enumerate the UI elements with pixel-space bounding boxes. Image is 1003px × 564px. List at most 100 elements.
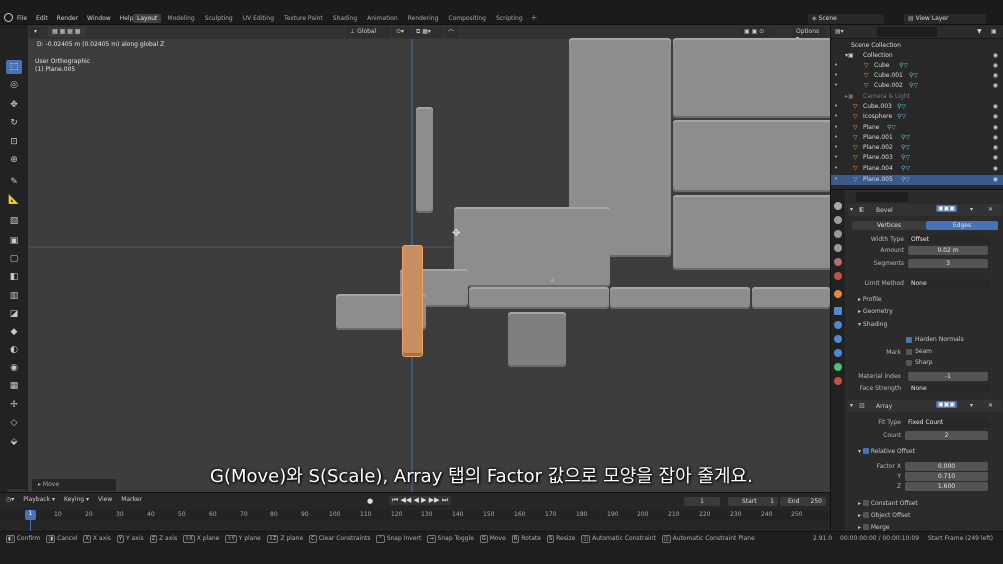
constant-offset-checkbox[interactable] (862, 500, 869, 506)
tab-shading[interactable]: Shading (329, 14, 361, 23)
modifier-dropdown-icon[interactable]: ▾ (970, 206, 973, 213)
harden-normals-checkbox[interactable] (906, 337, 912, 343)
menu-help[interactable]: Help (120, 15, 134, 22)
data-tab-icon[interactable] (834, 363, 842, 371)
modifier-display-icons[interactable]: ▣▣▣ (936, 205, 958, 212)
eye-icon[interactable]: ◉ (993, 144, 998, 151)
visibility-dot-icon[interactable]: • (834, 123, 838, 131)
menu-edit[interactable]: Edit (36, 15, 48, 22)
visibility-dot-icon[interactable]: • (834, 133, 838, 141)
timeline-ruler[interactable]: 10 20 30 40 50 60 70 80 90 100 110 120 1… (0, 510, 830, 520)
annotate-icon[interactable]: ✎ (6, 175, 22, 189)
outliner-item-plane[interactable]: • ▽ Plane ⚲▽ ◉ (831, 123, 1003, 133)
modifier-tab-icon[interactable] (834, 307, 842, 315)
merge-panel[interactable]: ▸ Merge (858, 523, 890, 531)
constraints-tab-icon[interactable] (834, 349, 842, 357)
tab-uv-editing[interactable]: UV Editing (239, 14, 278, 23)
face-strength-dropdown[interactable]: None (908, 384, 990, 393)
tab-compositing[interactable]: Compositing (444, 14, 490, 23)
visibility-dot-icon[interactable]: • (834, 61, 838, 69)
outliner-item-plane-003[interactable]: • ▽ Plane.003 ⚲▽ ◉ (831, 153, 1003, 163)
menu-view[interactable]: View (98, 496, 112, 503)
playhead[interactable]: 1 (25, 510, 36, 520)
cube-middle-right[interactable] (673, 120, 830, 192)
tab-edges[interactable]: Edges (926, 221, 998, 230)
eye-icon[interactable]: ◉ (993, 176, 998, 183)
inset-icon[interactable]: ▢ (6, 252, 22, 266)
object-tab-icon[interactable] (834, 290, 842, 298)
extrude-icon[interactable]: ▣ (6, 234, 22, 248)
shear-icon[interactable]: ◇ (6, 416, 22, 430)
poly-build-icon[interactable]: ◆ (6, 325, 22, 339)
outliner-scene-collection[interactable]: Scene Collection (831, 41, 1003, 51)
limit-method-dropdown[interactable]: None (908, 279, 990, 288)
menu-window[interactable]: Window (87, 15, 111, 22)
3d-viewport[interactable]: ▾ ▦ ▦ ▦ ▦ ⊥ Global ⊙▾ ⧉ ▦▾ ⌒ ▣ ▣ ⊙ Optio… (28, 25, 830, 492)
properties-search-field[interactable] (856, 192, 908, 202)
relative-offset-panel[interactable]: ▾ Relative Offset (858, 447, 915, 455)
segments-field[interactable]: 3 (908, 259, 988, 268)
visibility-dot-icon[interactable]: • (834, 175, 838, 183)
playback-controls[interactable]: ⏮ ◀◀ ◀ ▶ ▶▶ ⏭ (389, 496, 452, 505)
object-offset-checkbox[interactable] (862, 512, 869, 518)
world-tab-icon[interactable] (834, 272, 842, 280)
menu-playback[interactable]: Playback ▾ (23, 496, 55, 503)
shading-panel[interactable]: ▾ Shading (858, 321, 887, 328)
cube-leg[interactable] (508, 312, 566, 367)
factor-y-field[interactable]: 0.710 (905, 472, 988, 481)
view-layer-tab-icon[interactable] (834, 244, 842, 252)
modifier-display-icons[interactable]: ▣▣▣ (936, 401, 958, 408)
tab-modeling[interactable]: Modeling (163, 14, 198, 23)
visibility-dot-icon[interactable]: • (834, 81, 838, 89)
outliner-item-cube-002[interactable]: • ▽ Cube.002 ⚲▽ ◉ (831, 81, 1003, 91)
tab-rendering[interactable]: Rendering (404, 14, 443, 23)
merge-checkbox[interactable] (862, 524, 869, 530)
plane-shelf[interactable] (454, 207, 610, 287)
profile-panel[interactable]: ▸ Profile (858, 296, 882, 303)
factor-z-field[interactable]: 1.600 (905, 482, 988, 491)
blender-logo-icon[interactable] (4, 13, 13, 22)
outliner-search-field[interactable] (877, 27, 937, 37)
spin-icon[interactable]: ◐ (6, 343, 22, 357)
visibility-dot-icon[interactable]: • (834, 71, 838, 79)
outliner-camera-light[interactable]: ▸▣ Camera & Light (831, 92, 1003, 102)
outliner-item-plane-004[interactable]: • ▽ Plane.004 ⚲▽ ◉ (831, 164, 1003, 174)
fit-type-dropdown[interactable]: Fixed Count (905, 418, 990, 427)
outliner-item-plane-002[interactable]: • ▽ Plane.002 ⚲▽ ◉ (831, 143, 1003, 153)
scene-tab-icon[interactable] (834, 258, 842, 266)
outliner-item-cube-001[interactable]: • ▽ Cube.001 ⚲▽ ◉ (831, 71, 1003, 81)
menu-file[interactable]: File (17, 15, 27, 22)
collapse-arrow-icon[interactable]: ▾ (850, 206, 853, 213)
last-operator-panel[interactable]: ▸ Move (32, 479, 116, 491)
rip-region-icon[interactable]: ⬙ (6, 435, 22, 449)
outliner-item-icosphere[interactable]: • ▽ Icosphere ⚲▽ ◉ (831, 112, 1003, 122)
timeline-editor-icon[interactable]: ◷▾ (6, 496, 14, 503)
eye-icon[interactable]: ◉ (993, 72, 998, 79)
seam-checkbox[interactable] (906, 349, 912, 355)
shrink-fatten-icon[interactable]: ✢ (6, 398, 22, 412)
edge-slide-icon[interactable]: ▦ (6, 379, 22, 393)
modifier-dropdown-icon[interactable]: ▾ (970, 402, 973, 409)
cube-top-right[interactable] (673, 38, 830, 118)
move-icon[interactable]: ✥ (6, 98, 22, 112)
eye-icon[interactable]: ◉ (993, 103, 998, 110)
start-frame-field[interactable]: Start 1 (728, 497, 778, 506)
eye-icon[interactable]: ◉ (993, 52, 998, 59)
eye-icon[interactable]: ◉ (993, 82, 998, 89)
tab-animation[interactable]: Animation (363, 14, 402, 23)
eye-icon[interactable]: ◉ (993, 165, 998, 172)
render-tab-icon[interactable] (834, 216, 842, 224)
eye-icon[interactable]: ◉ (993, 62, 998, 69)
tab-texture-paint[interactable]: Texture Paint (280, 14, 327, 23)
eye-icon[interactable]: ◉ (993, 124, 998, 131)
array-modifier-header[interactable]: ▾ ▥ Array ▣▣▣ ▾ ✕ (848, 400, 1002, 412)
cursor-icon[interactable]: ◎ (6, 78, 22, 92)
eye-icon[interactable]: ◉ (993, 113, 998, 120)
scene-selector[interactable]: ◈ Scene (808, 14, 884, 24)
current-frame-field[interactable]: 1 (684, 497, 720, 506)
eye-icon[interactable]: ◉ (993, 134, 998, 141)
collapse-arrow-icon[interactable]: ▾ (850, 402, 853, 409)
record-button-icon[interactable]: ● (367, 497, 373, 505)
outliner-item-plane-005[interactable]: • ▽ Plane.005 ⚲▽ ◉ (831, 175, 1003, 185)
width-type-dropdown[interactable]: Offset (908, 235, 990, 244)
